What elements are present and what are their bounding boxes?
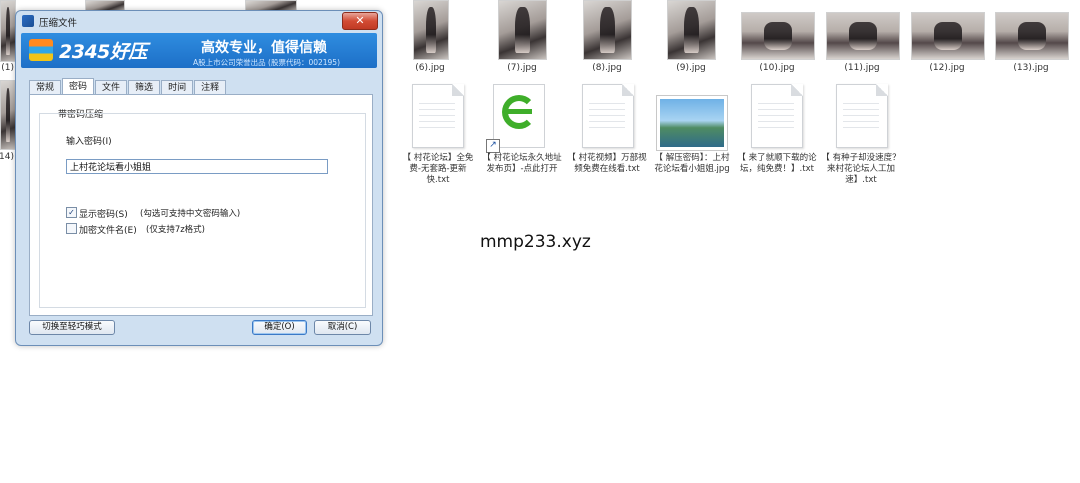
text-file-icon[interactable] (582, 84, 634, 148)
encrypt-filenames-label[interactable]: 加密文件名(E) (79, 223, 137, 236)
show-password-checkbox[interactable]: ✓ (66, 207, 77, 218)
password-label: 输入密码(I) (66, 137, 112, 147)
file-name-label: (13).jpg (1013, 63, 1049, 73)
file-name-label: 【 村花视频】万部视频免费在线看.txt (567, 153, 647, 174)
brand-subline: A股上市公司荣誉出品 (股票代码：002195) (193, 58, 340, 67)
show-password-hint: (勾选可支持中文密码输入) (140, 209, 241, 219)
brand-slogan: 高效专业，值得信赖 (201, 40, 327, 56)
file-name-label: (9).jpg (676, 63, 706, 73)
watermark-text: mmp233.xyz (480, 232, 591, 252)
image-thumbnail[interactable] (0, 80, 16, 150)
brand-name: 2345好压 (59, 41, 147, 63)
file-name-label: (12).jpg (929, 63, 965, 73)
image-thumbnail[interactable] (826, 12, 900, 60)
file-name-label: (11).jpg (844, 63, 880, 73)
encrypt-filenames-checkbox[interactable] (66, 223, 77, 234)
image-thumbnail[interactable] (667, 0, 716, 60)
tab-password[interactable]: 密码 (62, 78, 95, 95)
image-thumbnail[interactable] (911, 12, 985, 60)
file-name-label: 【 有种子却没速度？来村花论坛人工加速】.txt (821, 153, 901, 185)
image-thumbnail[interactable] (498, 0, 547, 60)
image-thumbnail[interactable] (413, 0, 449, 60)
file-name-label: 【 来了就顺下载的论坛，纯免费！】.txt (737, 153, 817, 174)
switch-mode-button[interactable]: 切换至轻巧模式 (29, 320, 115, 335)
tab-time[interactable]: 时间 (161, 80, 194, 95)
text-file-icon[interactable] (751, 84, 803, 148)
password-input[interactable] (66, 159, 328, 174)
tab-filter[interactable]: 筛选 (128, 80, 161, 95)
tab-files[interactable]: 文件 (95, 80, 128, 95)
compress-file-dialog: 压缩文件 ✕ 2345好压 高效专业，值得信赖 A股上市公司荣誉出品 (股票代码… (15, 10, 383, 346)
image-thumbnail[interactable] (0, 0, 16, 62)
file-name-label: (10).jpg (759, 63, 795, 73)
image-file-icon[interactable] (656, 95, 728, 151)
encrypt-filenames-hint: (仅支持7z格式) (146, 225, 206, 235)
ok-button[interactable]: 确定(O) (252, 320, 307, 335)
dialog-titlebar[interactable]: 压缩文件 ✕ (16, 11, 382, 31)
text-file-icon[interactable] (836, 84, 888, 148)
text-file-icon[interactable] (412, 84, 464, 148)
shortcut-arrow-icon: ↗ (486, 139, 500, 153)
file-name-label: (7).jpg (507, 63, 537, 73)
file-name-label: (6).jpg (415, 63, 445, 73)
tab-general[interactable]: 常规 (29, 80, 62, 95)
tab-comment[interactable]: 注释 (194, 80, 227, 95)
internet-explorer-icon[interactable] (493, 84, 545, 148)
tab-strip: 常规 密码 文件 筛选 时间 注释 (29, 78, 227, 95)
file-name-label: 【 村花论坛】全免费-无套路-更新快.txt (402, 153, 474, 185)
brand-banner: 2345好压 高效专业，值得信赖 A股上市公司荣誉出品 (股票代码：002195… (21, 33, 377, 68)
image-thumbnail[interactable] (583, 0, 632, 60)
dialog-title: 压缩文件 (39, 18, 78, 29)
close-button[interactable]: ✕ (342, 12, 378, 30)
file-name-label: 14) (0, 152, 14, 162)
image-thumbnail[interactable] (741, 12, 815, 60)
password-tab-panel: 带密码压缩 (29, 94, 373, 316)
image-thumbnail[interactable] (995, 12, 1069, 60)
file-name-label: 【 村花论坛永久地址发布页】-点此打开 (482, 153, 562, 174)
haozip-app-icon (22, 15, 34, 27)
file-name-label: (8).jpg (592, 63, 622, 73)
file-name-label: (1) (1, 63, 14, 73)
file-name-label: 【 解压密码】：上村花论坛看小姐姐.jpg (654, 153, 730, 174)
cancel-button[interactable]: 取消(C) (314, 320, 371, 335)
haozip-logo-icon (29, 39, 53, 61)
show-password-label[interactable]: 显示密码(S) (79, 207, 128, 220)
